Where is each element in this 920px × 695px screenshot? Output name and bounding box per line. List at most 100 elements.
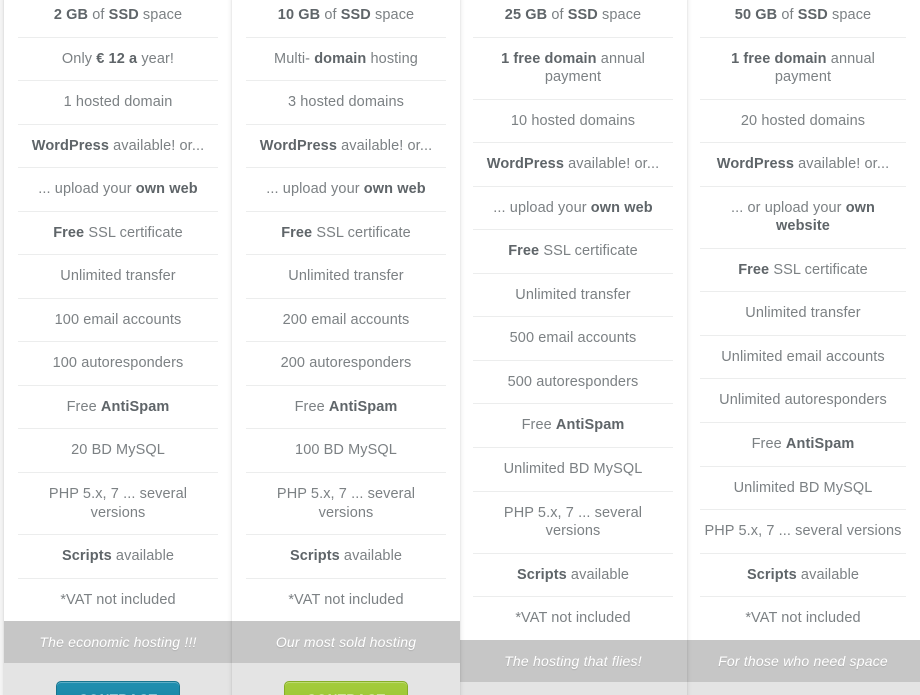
feature-row: *VAT not included [473, 597, 673, 640]
feature-row: Scripts available [473, 554, 673, 598]
feature-list: 50 GB of SSD space 1 free domain annual p… [686, 0, 920, 640]
feature-highlight: Scripts [746, 566, 797, 583]
feature-row: Free AntiSpam [246, 386, 446, 430]
feature-row: Scripts available [18, 535, 218, 579]
feature-text: Free [66, 398, 101, 415]
feature-row: 1 free domain annual payment [700, 38, 906, 100]
feature-text: of [88, 7, 109, 23]
feature-row: 20 hosted domains [700, 100, 906, 144]
feature-row: Unlimited transfer [18, 255, 218, 299]
feature-highlight: domain [314, 50, 367, 67]
feature-row: *VAT not included [700, 597, 906, 640]
feature-text: Unlimited transfer [515, 286, 631, 303]
feature-row: PHP 5.x, 7 ... several versions [700, 510, 906, 554]
pricing-card-flies: 25 GB of SSD space 1 free domain annual p… [459, 0, 687, 695]
feature-text: year! [137, 50, 175, 67]
feature-text: SSL certificate [539, 243, 638, 260]
feature-text: ... or upload your [730, 199, 846, 216]
feature-text: of [547, 7, 568, 23]
feature-text: 500 email accounts [509, 330, 637, 347]
feature-text: PHP 5.x, 7 ... several versions [48, 486, 188, 521]
feature-text: Multi- [274, 50, 315, 67]
feature-highlight: AntiSpam [555, 417, 625, 434]
feature-text: of [320, 7, 341, 23]
feature-row: Unlimited transfer [700, 292, 906, 336]
feature-text: 200 autoresponders [280, 355, 412, 372]
feature-text: 20 BD MySQL [71, 442, 165, 459]
feature-row: Free AntiSpam [18, 386, 218, 430]
feature-text: SSL certificate [769, 261, 868, 278]
feature-highlight: WordPress [259, 137, 337, 154]
feature-row: ... or upload your own website [700, 187, 906, 249]
contract-button[interactable]: CONTRACT [283, 681, 409, 695]
feature-text: Unlimited transfer [745, 305, 861, 322]
contract-button[interactable]: CONTRACT [55, 681, 181, 695]
feature-row: WordPress available! or... [246, 125, 446, 169]
feature-text: space [597, 7, 642, 23]
feature-highlight: 2 GB [53, 7, 89, 23]
feature-text: available! or... [109, 137, 205, 154]
feature-list: 25 GB of SSD space 1 free domain annual p… [459, 0, 687, 640]
feature-text: PHP 5.x, 7 ... several versions [704, 523, 902, 540]
feature-row: Unlimited BD MySQL [700, 467, 906, 511]
feature-text: Unlimited transfer [60, 268, 176, 285]
plan-tagline: For those who need space [686, 639, 920, 682]
feature-row: PHP 5.x, 7 ... several versions [246, 473, 446, 536]
feature-text: available [796, 566, 860, 583]
feature-text: of [777, 7, 798, 23]
feature-text: 10 hosted domains [510, 112, 636, 129]
pricing-table: 2 GB of SSD space Only € 12 a year! 1 host… [0, 0, 920, 695]
feature-text: Unlimited BD MySQL [503, 461, 643, 478]
feature-highlight: WordPress [31, 137, 109, 154]
feature-text: Free [751, 436, 786, 453]
feature-text: space [138, 7, 183, 23]
feature-row: Unlimited email accounts [700, 336, 906, 380]
feature-row: 50 GB of SSD space [700, 0, 906, 38]
feature-text: ... upload your [493, 199, 591, 216]
feature-row: 1 free domain annual payment [473, 38, 673, 100]
feature-row: Free AntiSpam [700, 423, 906, 467]
feature-highlight: Free [508, 243, 540, 260]
feature-row: ... upload your own web [18, 168, 218, 212]
feature-text: 100 autoresponders [52, 355, 184, 372]
plan-tagline: The economic hosting !!! [4, 621, 232, 664]
feature-row: 3 hosted domains [246, 81, 446, 125]
feature-highlight: 50 GB [734, 7, 778, 23]
feature-row: ... upload your own web [246, 168, 446, 212]
feature-highlight: Free [281, 224, 313, 241]
feature-row: Scripts available [700, 554, 906, 598]
feature-row: 100 autoresponders [18, 342, 218, 386]
feature-row: ... upload your own web [473, 187, 673, 231]
feature-text: PHP 5.x, 7 ... several versions [276, 486, 416, 521]
feature-row: 200 email accounts [246, 299, 446, 343]
feature-text: available! or... [794, 156, 890, 173]
feature-text: PHP 5.x, 7 ... several versions [503, 504, 643, 540]
feature-row: Only € 12 a year! [18, 38, 218, 82]
feature-highlight: WordPress [486, 156, 564, 173]
feature-highlight: Scripts [61, 548, 112, 565]
feature-text: 100 email accounts [54, 311, 182, 328]
feature-highlight: own web [590, 199, 653, 216]
feature-highlight: 1 free domain [731, 50, 827, 67]
feature-highlight: Scripts [516, 566, 567, 583]
feature-text: Free [521, 417, 556, 434]
feature-text: 1 hosted domain [63, 94, 173, 111]
feature-highlight: 25 GB [504, 7, 548, 23]
feature-text: 500 autoresponders [507, 373, 639, 390]
feature-row: Unlimited transfer [246, 255, 446, 299]
feature-text: available [566, 566, 630, 583]
feature-highlight: AntiSpam [100, 398, 170, 415]
feature-highlight: SSD [340, 7, 371, 23]
feature-text: space [370, 7, 415, 23]
cta-area: CONTRACT [4, 663, 232, 695]
feature-text: 200 email accounts [282, 311, 410, 328]
feature-text: *VAT not included [515, 610, 631, 627]
feature-row: 10 hosted domains [473, 100, 673, 144]
feature-highlight: WordPress [716, 156, 794, 173]
feature-text: *VAT not included [745, 610, 861, 627]
feature-text: SSL certificate [312, 224, 411, 241]
feature-row: WordPress available! or... [18, 125, 218, 169]
plan-tagline: The hosting that flies! [459, 639, 687, 682]
feature-highlight: € 12 a [96, 50, 138, 67]
feature-highlight: AntiSpam [328, 398, 398, 415]
